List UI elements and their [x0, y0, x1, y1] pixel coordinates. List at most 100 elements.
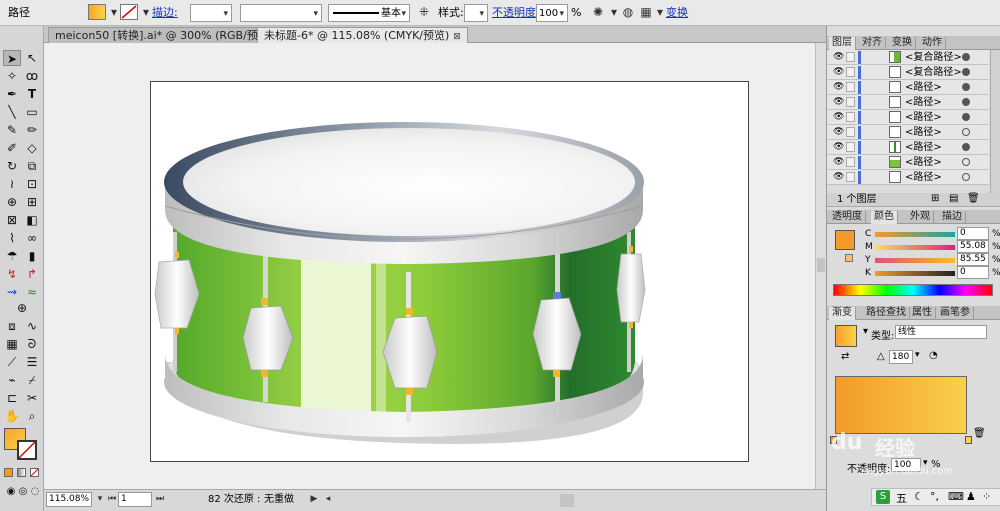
selection-tool-icon[interactable]: ➤	[3, 50, 21, 66]
artboard[interactable]	[150, 81, 749, 462]
stroke-swatch-none-icon[interactable]	[120, 4, 138, 20]
pencil-tool-icon[interactable]: ✏	[23, 122, 41, 138]
stroke-weight-dropdown[interactable]	[190, 4, 232, 23]
ime-logo-icon[interactable]: S	[876, 490, 890, 504]
layer-name[interactable]: <路径>	[905, 141, 942, 154]
reverse-gradient-icon[interactable]: ⇄	[841, 351, 849, 362]
chevron-down-icon[interactable]: ▾	[923, 458, 928, 468]
lock-toggle[interactable]	[846, 52, 855, 62]
target-icon[interactable]	[962, 83, 970, 91]
scale-tool-icon[interactable]: ⧉	[23, 158, 41, 174]
eraser-tool-icon[interactable]: ◇	[23, 140, 41, 156]
tab-actions[interactable]: 动作	[919, 37, 946, 50]
crop-tool-icon[interactable]: ⊏	[3, 390, 21, 406]
canvas-area[interactable]	[44, 43, 815, 489]
chevron-down-icon[interactable]: ▾	[915, 350, 920, 360]
tab-untitled-6[interactable]: 未标题-6* @ 115.08% (CMYK/预览) ⊠	[257, 27, 468, 43]
channel-value[interactable]: 55.08	[957, 240, 989, 253]
lasso-tool-icon[interactable]: ꝏ	[23, 68, 41, 84]
channel-slider[interactable]	[875, 245, 955, 250]
lock-toggle[interactable]	[846, 112, 855, 122]
trash-icon[interactable]: 🗑	[967, 193, 980, 204]
channel-value[interactable]: 85.55	[957, 253, 989, 266]
lock-toggle[interactable]	[846, 127, 855, 137]
drum-illustration[interactable]	[151, 82, 748, 461]
eye-icon[interactable]: 👁	[833, 157, 844, 167]
active-color-swatch[interactable]	[835, 230, 855, 250]
brush-profile-dropdown[interactable]: 基本	[328, 4, 410, 23]
color-mode-icon[interactable]	[4, 468, 13, 477]
ime-mode-label[interactable]: 五	[896, 490, 907, 506]
eyedropper-tool-icon[interactable]: ⌇	[3, 230, 21, 246]
eye-icon[interactable]: 👁	[833, 97, 844, 107]
channel-slider[interactable]	[875, 258, 955, 263]
target-icon[interactable]	[962, 128, 970, 136]
layer-row[interactable]: 👁 <复合路径>	[827, 65, 989, 80]
arrange-icon[interactable]: ⁜	[416, 4, 432, 20]
grid-icon[interactable]: ⁘	[982, 490, 991, 503]
channel-slider[interactable]	[875, 271, 955, 276]
eye-icon[interactable]: 👁	[833, 67, 844, 77]
gradient-preview[interactable]	[835, 376, 967, 434]
bounding-box-icon[interactable]: ⧈	[3, 318, 21, 334]
eye-icon[interactable]: 👁	[833, 127, 844, 137]
layer-name[interactable]: <路径>	[905, 126, 942, 139]
tab-attributes[interactable]: 属性	[909, 307, 936, 320]
lock-toggle[interactable]	[846, 67, 855, 77]
new-layer-icon[interactable]: ▤	[949, 193, 958, 204]
live-paint-icon[interactable]: ⊕	[13, 300, 31, 316]
transform-link[interactable]: 变换	[666, 4, 688, 22]
rectangle-tool-icon[interactable]: ▭	[23, 104, 41, 120]
scissors-tool-icon[interactable]: ✂	[23, 390, 41, 406]
lock-toggle[interactable]	[846, 142, 855, 152]
width-tool-icon[interactable]: ⇝	[3, 284, 21, 300]
magic-wand-icon[interactable]: ✧	[3, 68, 21, 84]
mesh-tool-icon[interactable]: ⊠	[3, 212, 21, 228]
channel-value[interactable]: 0	[957, 227, 989, 240]
gradient-angle-field[interactable]: 180	[889, 350, 913, 364]
symbol-sprayer-icon[interactable]: ☂	[3, 248, 21, 264]
opacity-link[interactable]: 不透明度:	[492, 4, 540, 22]
gradient-opacity-field[interactable]: 100	[891, 458, 921, 472]
tab-appearance[interactable]: 外观	[907, 211, 934, 224]
last-page-icon[interactable]: ⏭	[152, 492, 168, 507]
punctuation-icon[interactable]: °,	[930, 490, 939, 503]
recolor-icon[interactable]: ✺	[590, 4, 606, 20]
blend-tool-icon[interactable]: ∞	[23, 230, 41, 246]
layer-name[interactable]: <复合路径>	[905, 51, 962, 64]
gradient-type-select[interactable]: 线性	[895, 325, 987, 339]
layer-row[interactable]: 👁 <路径>	[827, 95, 989, 110]
eye-icon[interactable]: 👁	[833, 172, 844, 182]
list-icon[interactable]: ☰	[23, 354, 41, 370]
gradient-stop-end[interactable]	[965, 436, 972, 444]
delete-stop-icon[interactable]: 🗑	[973, 428, 986, 439]
layer-name[interactable]: <路径>	[905, 156, 942, 169]
color-spectrum[interactable]	[833, 284, 993, 296]
chart-line-icon[interactable]: ⟋	[3, 354, 21, 370]
globe-icon[interactable]: ◍	[620, 4, 636, 20]
layer-row[interactable]: 👁 <路径>	[827, 125, 989, 140]
twirl-tool-icon[interactable]: ᘐ	[23, 336, 41, 352]
tab-layers[interactable]: 图层	[829, 37, 856, 50]
moon-icon[interactable]: ☾	[914, 490, 924, 503]
paintbrush-tool-icon[interactable]: ✎	[3, 122, 21, 138]
tab-stroke[interactable]: 描边	[939, 211, 966, 224]
lock-toggle[interactable]	[846, 82, 855, 92]
out-of-gamut-icon[interactable]	[845, 254, 853, 262]
warp-tool-icon[interactable]: ≈	[23, 284, 41, 300]
layer-name[interactable]: <路径>	[905, 81, 942, 94]
tab-brushes[interactable]: 画笔参	[937, 307, 974, 320]
rotate-tool-icon[interactable]: ↻	[3, 158, 21, 174]
layer-name[interactable]: <路径>	[905, 111, 942, 124]
tab-transparency[interactable]: 透明度	[829, 211, 866, 224]
eye-icon[interactable]: 👁	[833, 142, 844, 152]
eye-icon[interactable]: 👁	[833, 82, 844, 92]
channel-value[interactable]: 0	[957, 266, 989, 279]
tab-align[interactable]: 对齐	[859, 37, 886, 50]
target-icon[interactable]	[962, 143, 970, 151]
target-icon[interactable]	[962, 158, 970, 166]
gradient-swatch[interactable]	[835, 325, 857, 347]
target-icon[interactable]	[962, 53, 970, 61]
target-icon[interactable]	[962, 173, 970, 181]
opacity-input[interactable]: 100	[536, 4, 568, 23]
